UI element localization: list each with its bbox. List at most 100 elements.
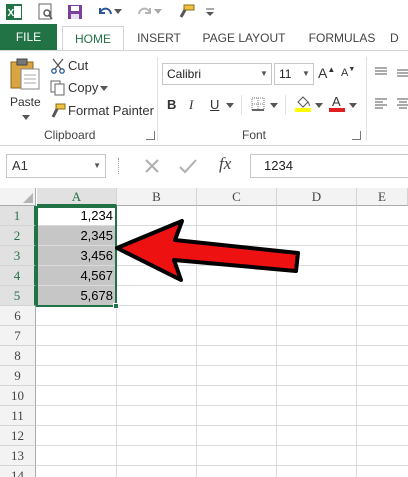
align-left-icon[interactable] — [374, 97, 388, 111]
format-painter-icon[interactable] — [176, 2, 196, 22]
tab-data-partial[interactable]: D — [390, 26, 408, 50]
row-header-4[interactable]: 4 — [0, 266, 36, 286]
divider — [285, 95, 286, 115]
column-header-d[interactable]: D — [277, 188, 357, 206]
tab-page-layout[interactable]: PAGE LAYOUT — [196, 26, 292, 50]
underline-dropdown-icon[interactable] — [226, 103, 234, 109]
ribbon-home: Paste Cut Copy Format Painter Clipboard … — [0, 50, 408, 146]
column-header-a[interactable]: A — [37, 188, 117, 206]
paintbrush-icon — [51, 103, 66, 118]
gridline — [36, 385, 408, 386]
svg-text:X: X — [8, 8, 15, 19]
select-all-button[interactable] — [0, 188, 36, 206]
font-color-icon[interactable]: A — [328, 94, 346, 112]
cell-a5[interactable]: 5,678 — [37, 286, 116, 305]
italic-button[interactable]: I — [189, 97, 193, 113]
row-header-9[interactable]: 9 — [0, 366, 36, 386]
tab-file[interactable]: FILE — [0, 24, 57, 50]
row-header-5[interactable]: 5 — [0, 286, 36, 306]
row-header-13[interactable]: 13 — [0, 446, 36, 466]
save-icon[interactable] — [65, 2, 85, 22]
customize-qat-icon[interactable] — [200, 2, 220, 22]
cut-label: Cut — [68, 58, 89, 73]
cell-a1[interactable]: 1,234 — [37, 206, 116, 225]
excel-logo-icon: X — [4, 2, 24, 22]
fill-color-dropdown-icon[interactable] — [315, 103, 323, 109]
enter-entry-icon[interactable] — [178, 157, 198, 175]
row-header-2[interactable]: 2 — [0, 226, 36, 246]
formula-buttons: fx — [133, 154, 249, 178]
clipboard-dialog-launcher[interactable] — [146, 131, 155, 140]
tab-formulas[interactable]: FORMULAS — [302, 26, 382, 50]
ribbon-tabs: FILE HOME INSERT PAGE LAYOUT FORMULAS D — [0, 24, 408, 51]
font-dialog-launcher[interactable] — [352, 131, 361, 140]
underline-button[interactable]: U — [210, 97, 219, 112]
gridline — [36, 405, 408, 406]
cancel-entry-icon[interactable] — [143, 157, 161, 175]
paste-button[interactable]: Paste — [6, 57, 44, 123]
copy-label: Copy — [68, 80, 99, 95]
copy-icon — [50, 80, 65, 96]
name-box[interactable]: A1 ▼ — [6, 154, 106, 178]
undo-icon[interactable] — [95, 2, 115, 22]
font-name-combo[interactable]: Calibri ▼ — [162, 63, 272, 85]
redo-dropdown-icon[interactable] — [153, 2, 163, 22]
row-header-11[interactable]: 11 — [0, 406, 36, 426]
paste-dropdown-icon — [22, 115, 30, 120]
borders-icon[interactable] — [251, 97, 265, 111]
align-top-icon[interactable] — [374, 66, 388, 80]
decrease-font-size-icon[interactable]: A▼ — [341, 66, 357, 83]
insert-function-button[interactable]: fx — [219, 154, 231, 174]
paste-icon — [10, 58, 40, 90]
font-size-combo[interactable]: 11 ▼ — [274, 63, 314, 85]
row-header-10[interactable]: 10 — [0, 386, 36, 406]
clipboard-group-label: Clipboard — [44, 128, 96, 142]
column-header-e[interactable]: E — [357, 188, 408, 206]
align-middle-icon[interactable] — [396, 97, 408, 111]
gridline — [356, 206, 357, 477]
row-header-14[interactable]: 14 — [0, 466, 36, 477]
row-header-3[interactable]: 3 — [0, 246, 36, 266]
undo-dropdown-icon[interactable] — [113, 2, 123, 22]
align-center-icon[interactable] — [396, 66, 408, 80]
quick-access-toolbar: X — [0, 0, 408, 24]
tab-home[interactable]: HOME — [62, 26, 124, 51]
cell-a3[interactable]: 3,456 — [37, 246, 116, 265]
copy-button[interactable]: Copy — [48, 78, 108, 98]
borders-dropdown-icon[interactable] — [270, 103, 278, 109]
name-box-dropdown-icon[interactable]: ▼ — [93, 155, 101, 177]
annotation-arrow — [115, 219, 300, 282]
formula-input[interactable]: 1234 — [250, 154, 408, 178]
column-header-c[interactable]: C — [197, 188, 277, 206]
font-name-dropdown-icon[interactable]: ▼ — [257, 64, 271, 84]
name-box-value: A1 — [12, 158, 28, 173]
group-separator — [366, 57, 367, 141]
font-color-dropdown-icon[interactable] — [349, 103, 357, 109]
cut-button[interactable]: Cut — [48, 56, 108, 76]
fill-color-icon[interactable] — [294, 94, 312, 112]
cell-a4[interactable]: 4,567 — [37, 266, 116, 285]
row-header-6[interactable]: 6 — [0, 306, 36, 326]
copy-dropdown-icon — [100, 86, 108, 91]
bold-button[interactable]: B — [167, 97, 176, 112]
print-preview-icon[interactable] — [36, 2, 56, 22]
format-painter-button[interactable]: Format Painter — [48, 101, 154, 121]
gridline — [36, 305, 408, 306]
gridline — [36, 345, 408, 346]
tab-insert[interactable]: INSERT — [131, 26, 187, 50]
fill-handle[interactable] — [113, 303, 119, 309]
row-header-12[interactable]: 12 — [0, 426, 36, 446]
cell-a2[interactable]: 2,345 — [37, 226, 116, 245]
row-header-1[interactable]: 1 — [0, 206, 36, 226]
font-size-dropdown-icon[interactable]: ▼ — [299, 64, 313, 84]
row-header-8[interactable]: 8 — [0, 346, 36, 366]
redo-icon[interactable] — [135, 2, 155, 22]
increase-font-size-icon[interactable]: A▲ — [318, 65, 336, 83]
gridline — [36, 425, 408, 426]
row-header-7[interactable]: 7 — [0, 326, 36, 346]
font-group-label: Font — [242, 128, 267, 142]
column-header-b[interactable]: B — [117, 188, 197, 206]
scissors-icon — [51, 58, 65, 74]
gridline — [36, 325, 408, 326]
formula-bar-grip[interactable] — [118, 158, 121, 174]
